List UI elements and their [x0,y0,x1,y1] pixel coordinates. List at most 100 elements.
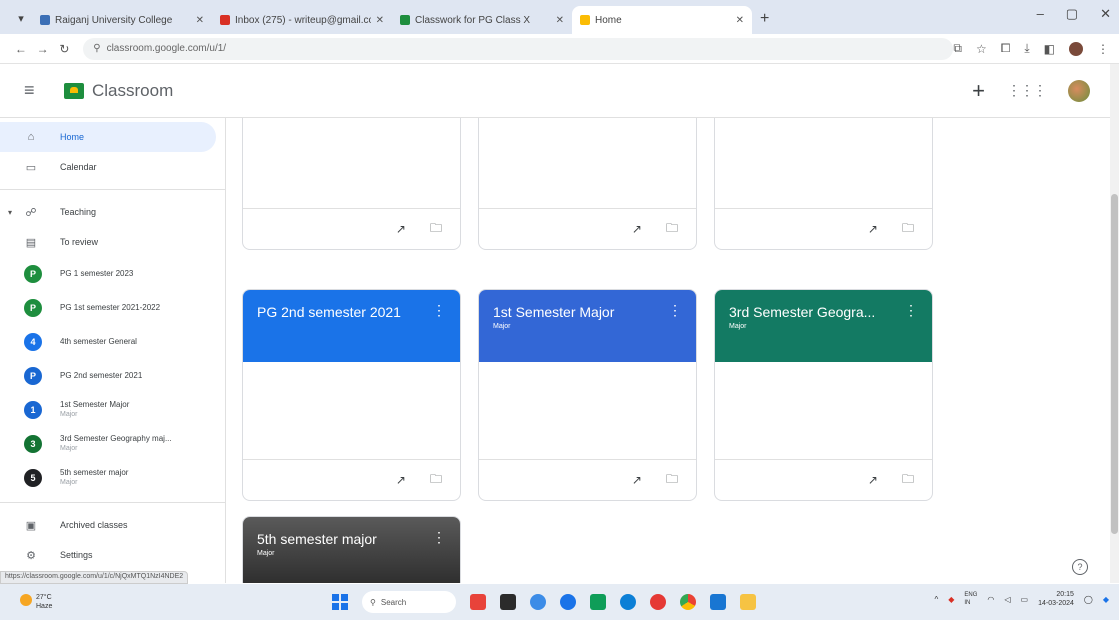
sidebar-class-item[interactable]: P PG 1st semester 2021-2022 [0,291,225,325]
minimize-icon[interactable]: – [1037,6,1044,22]
browser-tab[interactable]: Inbox (275) - writeup@gmail.com ✕ [212,6,392,34]
class-card[interactable]: ↗ 🗀 [714,118,933,250]
more-vert-icon[interactable]: ⋮ [432,302,446,319]
classroom-logo-icon[interactable] [64,82,84,99]
trend-icon[interactable]: ↗ [868,222,878,236]
wifi-icon[interactable]: ◠ [987,595,994,604]
class-card[interactable]: ↗ 🗀 [478,118,697,250]
browser-tab[interactable]: Raiganj University College ✕ [32,6,212,34]
reload-icon[interactable]: ↻ [54,42,76,56]
download-icon[interactable]: ⤓ [1024,41,1029,56]
profile-avatar[interactable] [1069,41,1083,56]
class-card-title[interactable]: PG 2nd semester 2021 [257,304,460,320]
more-vert-icon[interactable]: ⋮ [432,529,446,546]
browser-menu-icon[interactable]: ⋮ [1097,42,1109,56]
expand-icon[interactable]: ▾ [8,208,12,217]
trend-icon[interactable]: ↗ [632,222,642,236]
sidepanel-icon[interactable]: ◧ [1044,42,1055,56]
new-tab-icon[interactable]: + [760,10,769,28]
sidebar-item-settings[interactable]: ⚙ Settings [0,540,216,570]
folder-icon[interactable]: 🗀 [430,219,442,240]
close-window-icon[interactable]: ✕ [1100,6,1111,22]
bookmark-star-icon[interactable]: ☆ [976,42,987,56]
taskbar-app-icon[interactable] [560,594,576,610]
folder-icon[interactable]: 🗀 [666,470,678,491]
sidebar-class-item[interactable]: 1 1st Semester Major Major [0,393,225,427]
sidebar-item-home[interactable]: ⌂ Home [0,122,216,152]
folder-icon[interactable]: 🗀 [430,470,442,491]
tray-app-icon[interactable]: ◆ [948,595,954,604]
trend-icon[interactable]: ↗ [632,473,642,487]
taskbar-app-icon[interactable] [590,594,606,610]
edge-icon[interactable] [620,594,636,610]
class-card[interactable]: PG 2nd semester 2021 ⋮ ↗ 🗀 [242,289,461,501]
sidebar-class-item[interactable]: 3 3rd Semester Geography maj... Major [0,427,225,461]
copilot-icon[interactable]: ◆ [1103,595,1109,604]
sidebar-class-item[interactable]: P PG 2nd semester 2021 [0,359,225,393]
taskbar-app-icon[interactable] [470,594,486,610]
battery-icon[interactable]: ▭ [1021,595,1029,604]
class-card-title[interactable]: 3rd Semester Geogra... [729,304,932,320]
trend-icon[interactable]: ↗ [868,473,878,487]
class-card[interactable]: 5th semester major Major ⋮ [242,516,461,583]
url-input[interactable]: ⚲ classroom.google.com/u/1/ [83,37,954,60]
browser-toolbar: ⧉ ☆ ⧠ ⤓ ◧ ⋮ [953,41,1109,56]
class-card-title[interactable]: 1st Semester Major [493,304,696,320]
close-icon[interactable]: ✕ [736,15,744,26]
main-menu-icon[interactable]: ≡ [24,80,48,101]
sidebar-item-teaching[interactable]: ▾ ☍ Teaching [0,197,216,227]
more-vert-icon[interactable]: ⋮ [668,302,682,319]
scrollbar-thumb[interactable] [1111,194,1118,534]
close-icon[interactable]: ✕ [556,15,564,26]
close-icon[interactable]: ✕ [376,15,384,26]
forward-icon[interactable]: → [32,42,54,56]
page-scrollbar[interactable] [1110,64,1119,583]
tab-search-icon[interactable]: ▾ [10,6,32,30]
account-avatar[interactable] [1068,79,1090,102]
taskbar-search[interactable]: ⚲ Search [362,591,456,613]
folder-icon[interactable]: 🗀 [666,219,678,240]
browser-tab-active[interactable]: Home ✕ [572,6,752,34]
more-vert-icon[interactable]: ⋮ [904,302,918,319]
folder-icon[interactable]: 🗀 [902,219,914,240]
chrome-icon[interactable] [680,594,696,610]
volume-icon[interactable]: ◁ [1004,595,1010,604]
taskbar-app-icon[interactable] [530,594,546,610]
browser-tab[interactable]: Classwork for PG Class X ✕ [392,6,572,34]
sidebar-item-archived[interactable]: ▣ Archived classes [0,510,216,540]
close-icon[interactable]: ✕ [196,15,204,26]
weather-widget[interactable]: 27°C Haze [36,593,52,611]
folder-icon[interactable]: 🗀 [902,470,914,491]
sidebar-class-item[interactable]: 4 4th semester General [0,325,225,359]
sidebar-class-item[interactable]: P PG 1 semester 2023 [0,257,225,291]
file-explorer-icon[interactable] [740,594,756,610]
clock[interactable]: 20:15 14-03-2024 [1038,590,1074,608]
create-join-class-button[interactable]: + [972,78,985,104]
class-card[interactable]: 1st Semester Major Major ⋮ ↗ 🗀 [478,289,697,501]
windows-start-icon[interactable] [332,594,348,610]
class-card[interactable]: ↗ 🗀 [242,118,461,250]
sidebar-item-calendar[interactable]: ▭ Calendar [0,152,216,182]
site-info-icon[interactable]: ⚲ [93,43,100,54]
help-icon[interactable]: ? [1072,559,1088,575]
weather-icon [20,594,32,606]
class-avatar: 1 [24,401,42,419]
sidebar-item-to-review[interactable]: ▤ To review [0,227,216,257]
tray-chevron-icon[interactable]: ^ [934,595,938,604]
maximize-icon[interactable]: ▢ [1066,6,1078,22]
language-indicator[interactable]: ENG IN [964,591,977,607]
class-card[interactable]: 3rd Semester Geogra... Major ⋮ ↗ 🗀 [714,289,933,501]
trend-icon[interactable]: ↗ [396,222,406,236]
class-card-title[interactable]: 5th semester major [257,531,460,547]
app-title[interactable]: Classroom [92,81,173,101]
taskbar-app-icon[interactable] [500,594,516,610]
notification-icon[interactable]: ◯ [1084,595,1093,604]
opera-icon[interactable] [650,594,666,610]
translate-icon[interactable]: ⧉ [953,41,962,56]
google-apps-icon[interactable]: ⋮⋮⋮ [1007,82,1047,99]
sidebar-class-item[interactable]: 5 5th semester major Major [0,461,225,495]
extensions-icon[interactable]: ⧠ [1001,41,1011,56]
trend-icon[interactable]: ↗ [396,473,406,487]
mail-icon[interactable] [710,594,726,610]
back-icon[interactable]: ← [10,42,32,56]
